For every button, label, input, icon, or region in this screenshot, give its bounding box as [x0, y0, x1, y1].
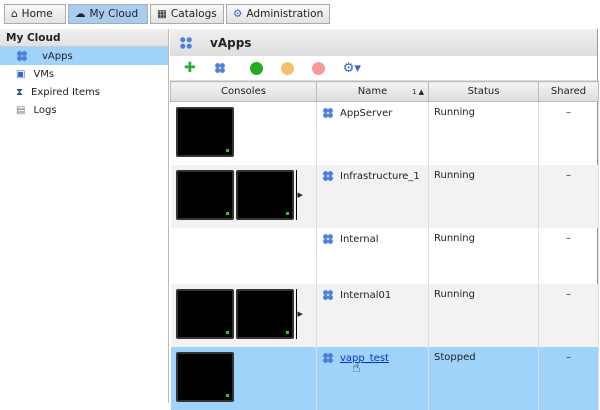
pause-icon[interactable]	[280, 61, 294, 75]
vapp-icon	[178, 34, 194, 51]
vapp-icon	[322, 233, 334, 245]
home-icon: ⌂	[11, 8, 18, 20]
vapps-table: Consoles Name 1 ▲ Status Shared AppServer Run…	[170, 81, 599, 410]
gear-icon[interactable]: ⚙▾	[343, 61, 361, 76]
vapp-icon	[322, 107, 334, 119]
console-thumbnail[interactable]	[235, 170, 294, 220]
vapp-icon	[322, 170, 334, 182]
console-thumbnail[interactable]	[175, 352, 234, 402]
log-icon: ▤	[16, 104, 26, 116]
tab-administration[interactable]: ⚙ Administration	[226, 4, 330, 24]
top-nav: ⌂ Home ☁ My Cloud ▦ Catalogs ⚙ Administratio…	[0, 0, 600, 28]
vapp-icon	[322, 352, 334, 364]
col-shared[interactable]: Shared	[538, 81, 599, 102]
console-thumbnail[interactable]	[235, 289, 294, 339]
sidebar-item-logs[interactable]: ▤ Logs	[0, 101, 168, 119]
table-row-selected[interactable]: vapp_test ☝ Stopped –	[170, 347, 599, 410]
expand-arrow-icon[interactable]: ▶	[295, 289, 303, 339]
sidebar: My Cloud vApps ▣ VMs ⧗ Expired Items ▤ Logs	[0, 29, 169, 403]
tab-home[interactable]: ⌂ Home	[4, 4, 66, 24]
sidebar-title: My Cloud	[0, 29, 168, 47]
sidebar-item-vapps[interactable]: vApps	[0, 47, 168, 65]
start-icon[interactable]	[249, 61, 263, 75]
hourglass-icon: ⧗	[16, 86, 24, 98]
table-row[interactable]: ▶ Internal01 Running –	[170, 284, 599, 347]
cloud-icon: ☁	[75, 8, 86, 20]
col-status[interactable]: Status	[428, 81, 539, 102]
console-thumbnail[interactable]	[175, 107, 234, 157]
table-row[interactable]: Internal Running –	[170, 228, 599, 284]
catalog-icon: ▦	[157, 8, 167, 20]
table-row[interactable]: AppServer Running –	[170, 101, 599, 165]
main-panel: vApps ✚ ⚙▾ Consoles Name 1 ▲ Status Shared A…	[170, 29, 599, 410]
col-consoles[interactable]: Consoles	[170, 81, 317, 102]
sidebar-item-vms[interactable]: ▣ VMs	[0, 65, 168, 83]
toolbar: ✚ ⚙▾	[170, 56, 597, 81]
add-icon[interactable]: ✚	[184, 60, 196, 76]
tab-catalogs[interactable]: ▦ Catalogs	[150, 4, 224, 24]
table-row[interactable]: ▶ Infrastructure_1 Running –	[170, 165, 599, 228]
expand-arrow-icon[interactable]: ▶	[295, 170, 303, 220]
vm-icon: ▣	[16, 68, 26, 80]
col-name[interactable]: Name 1 ▲	[316, 81, 429, 102]
vapp-icon	[16, 50, 28, 62]
sidebar-item-expired[interactable]: ⧗ Expired Items	[0, 83, 168, 101]
new-vapp-icon[interactable]	[213, 62, 226, 74]
vapp-link[interactable]: vapp_test	[340, 353, 389, 364]
stop-icon[interactable]	[311, 61, 325, 75]
console-thumbnail[interactable]	[175, 289, 234, 339]
vapp-icon	[322, 289, 334, 301]
admin-icon: ⚙	[233, 8, 243, 20]
sort-indicator: 1 ▲	[411, 88, 424, 96]
page-title: vApps	[210, 35, 252, 50]
console-thumbnail[interactable]	[175, 170, 234, 220]
tab-my-cloud[interactable]: ☁ My Cloud	[68, 4, 148, 24]
